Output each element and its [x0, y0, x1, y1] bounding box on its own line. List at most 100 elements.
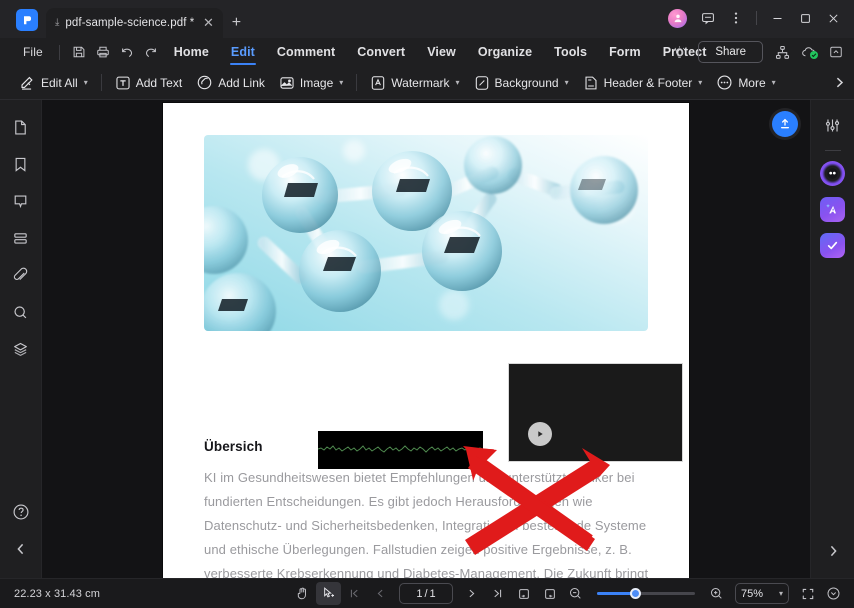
slider-knob[interactable]	[630, 588, 642, 599]
chevron-right-icon	[836, 77, 843, 88]
ai-assistant-button[interactable]	[820, 161, 845, 186]
sidebar-item-pages[interactable]	[6, 223, 36, 253]
chevron-down-icon[interactable]: ▾	[772, 78, 776, 87]
sync-ok-badge	[810, 51, 818, 59]
chevron-down-icon[interactable]: ▾	[779, 589, 783, 598]
page-current: 1	[416, 587, 423, 600]
next-page-icon[interactable]	[459, 582, 484, 605]
ai-proofread-button[interactable]	[820, 233, 845, 258]
chevron-down-icon[interactable]: ▾	[698, 78, 702, 87]
pdf-editor-window: ⤓ pdf-sample-science.pdf * ✕ + File Home…	[0, 0, 854, 608]
status-bar: 22.23 x 31.43 cm 1 / 1 75% ▾	[0, 578, 854, 608]
title-bar: ⤓ pdf-sample-science.pdf * ✕ +	[0, 0, 854, 38]
chevron-down-icon[interactable]: ▾	[456, 78, 460, 87]
chevron-down-icon[interactable]: ▾	[84, 78, 88, 87]
cloud-synced-icon[interactable]	[797, 41, 821, 63]
view-options-icon[interactable]	[821, 582, 846, 605]
prev-page-icon[interactable]	[368, 582, 393, 605]
collapse-left-sidebar-button[interactable]	[6, 534, 36, 564]
chevron-down-icon[interactable]: ▾	[565, 78, 569, 87]
chevron-double-down-icon[interactable]: ⤓	[55, 18, 59, 28]
sidebar-item-comments[interactable]	[6, 186, 36, 216]
background-label: Background	[494, 75, 559, 90]
share-network-icon[interactable]	[770, 41, 794, 63]
sidebar-item-attachments[interactable]	[6, 260, 36, 290]
sidebar-item-bookmarks[interactable]	[6, 149, 36, 179]
ribbon-overflow-button[interactable]	[828, 71, 850, 95]
zoom-slider[interactable]	[597, 584, 695, 604]
menu-tools[interactable]: Tools	[543, 39, 598, 65]
menu-edit[interactable]: Edit	[220, 39, 266, 65]
watermark-button[interactable]: Watermark ▾	[363, 70, 466, 96]
close-button[interactable]	[820, 6, 846, 30]
menu-file[interactable]: File	[14, 39, 52, 65]
divider	[824, 150, 841, 151]
right-sidebar	[810, 100, 854, 578]
add-text-button[interactable]: Add Text	[108, 70, 189, 96]
undo-icon[interactable]	[115, 41, 139, 63]
avatar[interactable]	[668, 8, 687, 28]
document-tab[interactable]: ⤓ pdf-sample-science.pdf * ✕	[46, 8, 224, 38]
select-tool-icon[interactable]	[316, 582, 341, 605]
sliders-properties-icon[interactable]	[818, 110, 848, 140]
play-icon[interactable]	[528, 422, 552, 446]
last-page-icon[interactable]	[485, 582, 510, 605]
fit-page-icon[interactable]	[795, 582, 820, 605]
collapse-ribbon-icon[interactable]	[824, 41, 848, 63]
image-button[interactable]: Image ▾	[272, 70, 350, 96]
minimize-button[interactable]	[764, 6, 790, 30]
embedded-video-object[interactable]	[508, 363, 683, 462]
header-footer-button[interactable]: Header & Footer ▾	[576, 70, 710, 96]
menu-form[interactable]: Form	[598, 39, 652, 65]
pdf-page[interactable]: Übersich KI im Gesundheitswesen bietet E…	[163, 103, 689, 578]
background-button[interactable]: Background ▾	[467, 70, 576, 96]
page-total: 1	[429, 587, 436, 600]
share-button[interactable]: Share	[698, 41, 763, 63]
page-body-text: KI im Gesundheitswesen bietet Empfehlung…	[204, 466, 652, 578]
audio-waveform-object[interactable]	[318, 431, 483, 469]
sidebar-item-search[interactable]	[6, 297, 36, 327]
lightbulb-icon[interactable]	[667, 41, 691, 63]
document-canvas[interactable]: Übersich KI im Gesundheitswesen bietet E…	[42, 100, 810, 578]
more-vertical-icon[interactable]	[723, 6, 749, 30]
help-circle-icon[interactable]	[6, 497, 36, 527]
close-icon[interactable]: ✕	[200, 15, 216, 31]
more-button[interactable]: More ▾	[709, 70, 782, 96]
sidebar-item-thumbnails[interactable]	[6, 112, 36, 142]
edit-all-button[interactable]: Edit All ▾	[12, 70, 95, 96]
add-link-button[interactable]: Add Link	[189, 70, 272, 96]
ai-translate-button[interactable]	[820, 197, 845, 222]
molecule-glass-spheres-image	[204, 135, 648, 331]
zoom-level-select[interactable]: 75% ▾	[735, 583, 789, 604]
page-dimensions: 22.23 x 31.43 cm	[14, 587, 100, 600]
add-link-icon	[197, 75, 212, 90]
redo-icon[interactable]	[139, 41, 163, 63]
add-text-label: Add Text	[135, 75, 183, 90]
divider	[58, 44, 60, 60]
save-icon[interactable]	[67, 41, 91, 63]
page-number-input[interactable]: 1 / 1	[399, 583, 453, 604]
expand-right-sidebar-button[interactable]	[818, 536, 848, 566]
workspace: Übersich KI im Gesundheitswesen bietet E…	[0, 100, 854, 578]
continuous-page-view-icon[interactable]	[537, 582, 562, 605]
menu-comment[interactable]: Comment	[266, 39, 346, 65]
maximize-button[interactable]	[792, 6, 818, 30]
single-page-view-icon[interactable]	[511, 582, 536, 605]
print-icon[interactable]	[91, 41, 115, 63]
pdfelement-logo-icon	[16, 9, 38, 31]
hand-tool-icon[interactable]	[290, 582, 315, 605]
upload-to-cloud-icon[interactable]	[772, 111, 798, 137]
menu-convert[interactable]: Convert	[346, 39, 416, 65]
sidebar-item-layers[interactable]	[6, 334, 36, 364]
feedback-icon[interactable]	[695, 6, 721, 30]
first-page-icon[interactable]	[342, 582, 367, 605]
chevron-down-icon[interactable]: ▾	[339, 78, 343, 87]
menu-organize[interactable]: Organize	[467, 39, 543, 65]
new-tab-button[interactable]: +	[223, 9, 249, 37]
hero-image[interactable]	[204, 135, 648, 331]
zoom-out-icon[interactable]	[563, 582, 588, 605]
menu-view[interactable]: View	[416, 39, 467, 65]
ai-chatbot-icon	[827, 168, 838, 179]
menu-home[interactable]: Home	[163, 39, 220, 65]
zoom-in-icon[interactable]	[704, 582, 729, 605]
